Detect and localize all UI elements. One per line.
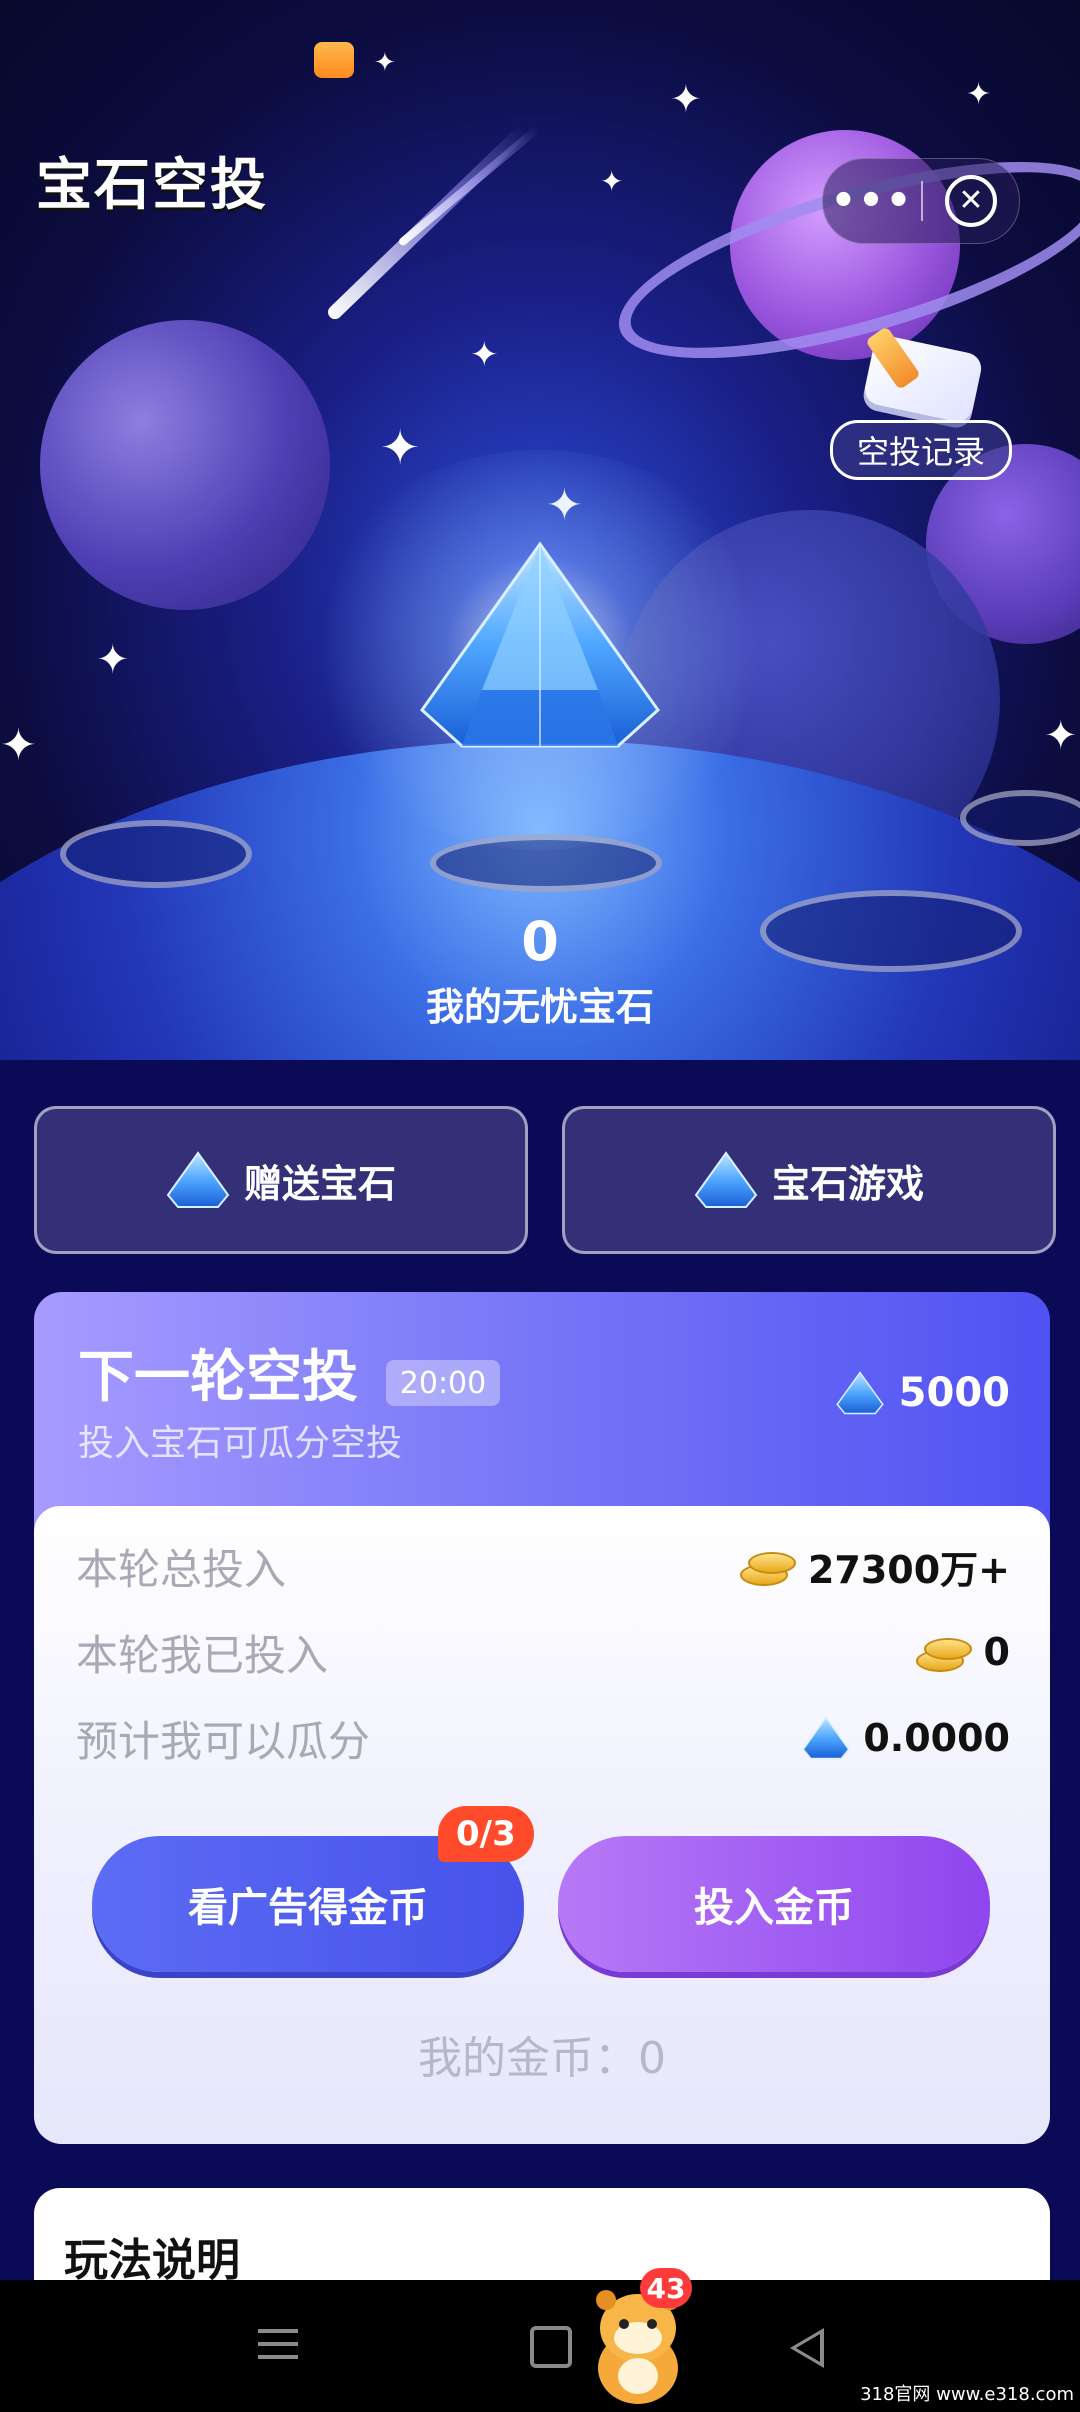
close-button[interactable]: ✕ [923,175,1019,227]
watermark: 318官网 www.e318.com [860,2384,1074,2405]
stat-row-total: 本轮总投入 27300万+ [76,1536,1010,1596]
stat-label: 本轮总投入 [76,1544,287,1594]
home-icon[interactable] [530,2326,572,2368]
countdown-timer: 20:00 [386,1360,500,1406]
crater [960,790,1080,846]
comet [397,125,541,248]
stat-label: 本轮我已投入 [76,1630,329,1680]
coin-icon [915,1632,972,1672]
ad-count-badge: 0/3 [438,1806,534,1862]
stat-row-estimate: 预计我可以瓜分 0.0000 [76,1708,1010,1768]
airdrop-reward: 5000 [835,1370,1010,1416]
diamond-icon [694,1151,758,1208]
star-icon: ✦ [670,77,702,121]
gem-game-label: 宝石游戏 [771,1161,924,1206]
my-coins-text: 我的金币：0 [418,2033,666,2084]
stat-value: 27300万+ [739,1539,1010,1594]
menu-icon[interactable] [258,2320,298,2368]
hero-banner: ✦ ✦ ✦ ✦ ✦ ✦ ✦ ✦ ✦ ✦ 宝石空投 ••• ✕ 空投记录 0 我的… [0,0,1080,1060]
gem-count-label: 我的无忧宝石 [425,985,654,1029]
diamond-icon [420,541,660,748]
page-title: 宝石空投 [36,153,268,218]
star-icon: ✦ [380,420,421,476]
star-icon: ✦ [470,335,499,375]
reward-amount: 5000 [898,1370,1010,1416]
gift-gem-button[interactable]: 赠送宝石 [34,1106,528,1254]
diamond-icon [166,1151,230,1208]
star-icon: ✦ [0,720,37,771]
star-icon: ✦ [374,48,396,78]
close-icon: ✕ [945,175,997,227]
back-icon[interactable] [790,2328,824,2368]
mini-program-capsule: ••• ✕ [822,158,1020,244]
star-icon: ✦ [600,165,624,198]
stat-value-text: 0.0000 [863,1716,1010,1760]
stat-label: 预计我可以瓜分 [76,1716,371,1766]
airdrop-subtitle: 投入宝石可瓜分空投 [78,1423,403,1464]
planet-left [40,320,330,610]
airdrop-title: 下一轮空投 [78,1345,358,1410]
stat-value-text: 27300万+ [807,1547,1010,1592]
crater [60,820,252,888]
coin-icon [739,1546,796,1586]
rules-title: 玩法说明 [64,2235,240,2286]
stat-value: 0 [915,1630,1010,1674]
star-icon: ✦ [96,637,130,683]
star-icon: ✦ [1044,713,1078,759]
invest-coins-button[interactable]: 投入金币 [558,1836,990,1972]
star-icon: ✦ [966,77,992,112]
gem-count: 0 [521,910,559,973]
stat-value-text: 0 [983,1630,1010,1674]
stat-row-mine: 本轮我已投入 0 [76,1622,1010,1682]
next-airdrop-card: 下一轮空投 20:00 投入宝石可瓜分空投 5000 本轮总投入 27300万+… [34,1292,1050,2144]
more-button[interactable]: ••• [823,178,921,224]
stat-value: 0.0000 [801,1716,1010,1760]
airdrop-stats-panel: 本轮总投入 27300万+ 本轮我已投入 0 预计我可以瓜分 0.0000 看广… [34,1506,1050,2144]
app-status-icon [314,42,354,78]
gift-gem-label: 赠送宝石 [243,1161,396,1206]
gem-game-button[interactable]: 宝石游戏 [562,1106,1056,1254]
diamond-icon [802,1716,851,1760]
diamond-icon [835,1371,884,1415]
notification-badge: 43 [640,2268,692,2308]
airdrop-record-button[interactable]: 空投记录 [830,420,1012,480]
